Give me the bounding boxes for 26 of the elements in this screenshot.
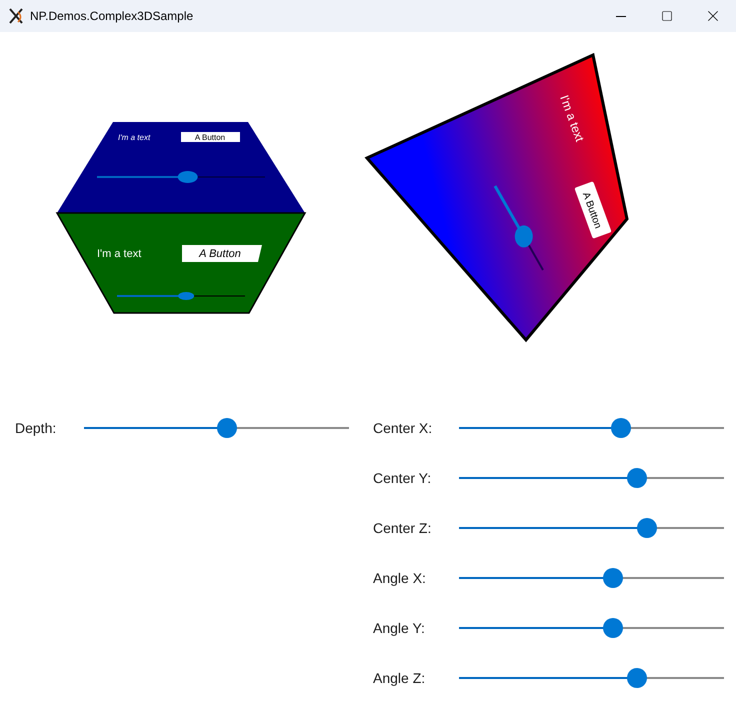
slider-label: Angle X: (373, 568, 427, 588)
slider-thumb[interactable] (610, 418, 631, 438)
slider-label: Depth: (15, 418, 58, 438)
panel-button[interactable]: A Button (574, 181, 612, 239)
slider-thumb[interactable] (637, 518, 658, 538)
panel-slider[interactable] (494, 185, 544, 270)
slider-thumb[interactable] (626, 468, 647, 488)
face-slider[interactable] (97, 171, 266, 183)
slider-label: Angle Y: (373, 618, 426, 638)
slider-label: Angle Z: (373, 668, 426, 688)
window-title: NP.Demos.Complex3DSample (30, 8, 194, 25)
panel-text: I'm a text (557, 93, 587, 144)
face-text: I'm a text (118, 133, 150, 142)
face-button[interactable]: A Button (181, 132, 240, 142)
slider-label: Center X: (373, 418, 434, 438)
maximize-icon (661, 10, 673, 22)
face-text: I'm a text (97, 248, 142, 260)
slider-thumb[interactable] (602, 568, 623, 588)
slider-label: Center Z: (373, 518, 432, 538)
slider-thumb[interactable] (602, 618, 623, 638)
face-button[interactable]: A Button (182, 245, 262, 262)
app-icon (8, 8, 24, 24)
slider-thumb[interactable] (626, 668, 647, 688)
slider-thumb[interactable] (217, 418, 238, 438)
slider-label: Center Y: (373, 468, 432, 488)
face-slider[interactable] (117, 292, 246, 300)
